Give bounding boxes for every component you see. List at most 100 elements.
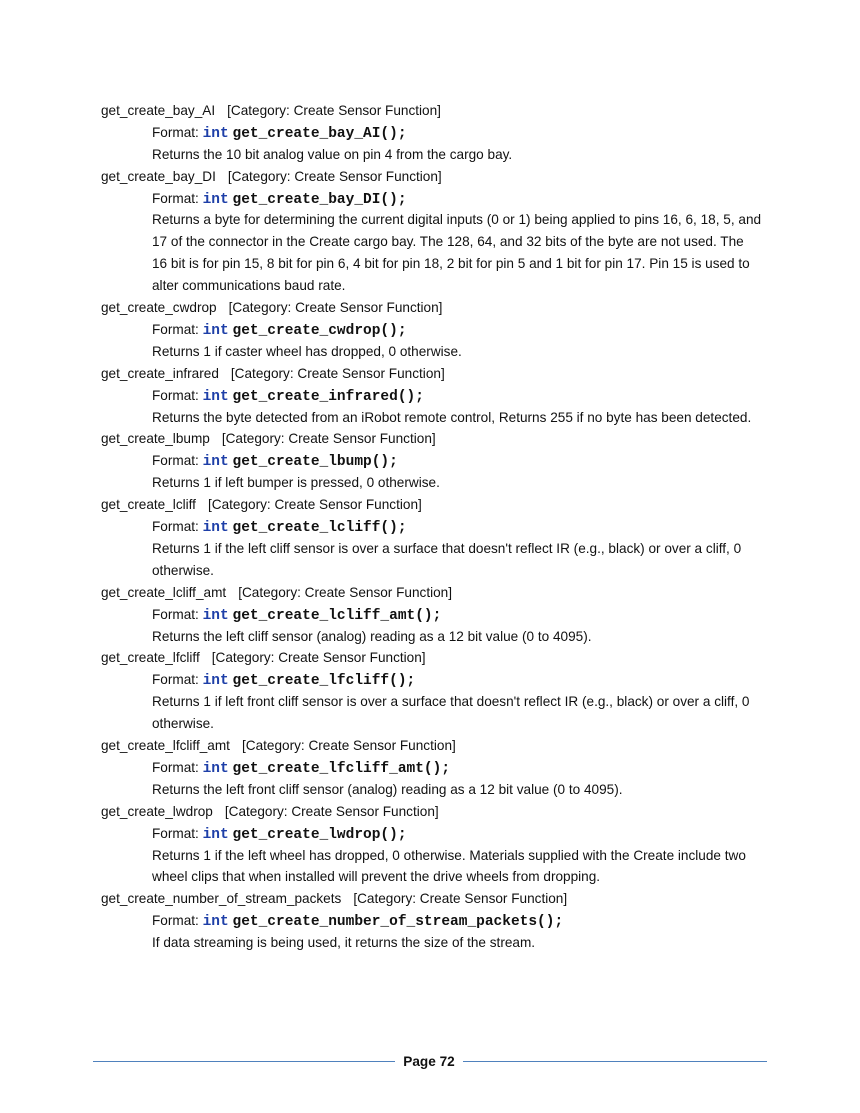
function-category: [Category: Create Sensor Function]: [224, 803, 439, 819]
format-label: Format:: [152, 453, 199, 469]
format-line: Format: int get_create_lbump();: [152, 450, 781, 472]
format-line: Format: int get_create_cwdrop();: [152, 319, 781, 341]
entry-heading: get_create_lcliff_amt [Category: Create S…: [101, 582, 781, 604]
format-label: Format:: [152, 124, 199, 140]
format-label: Format:: [152, 321, 199, 337]
entry-heading: get_create_lbump [Category: Create Sensor…: [101, 428, 781, 450]
return-type: int: [202, 191, 229, 208]
function-name: get_create_lcliff: [101, 497, 196, 513]
entry-heading: get_create_lfcliff [Category: Create Sens…: [101, 647, 781, 669]
function-category: [Category: Create Sensor Function]: [227, 103, 441, 118]
function-description: Returns the byte detected from an iRobot…: [152, 409, 752, 425]
function-category: [Category: Create Sensor Function]: [230, 365, 445, 381]
format-line: Format: int get_create_lfcliff();: [152, 669, 781, 691]
return-type: int: [202, 322, 229, 339]
return-type: int: [202, 826, 229, 843]
page-number: Page 72: [403, 1054, 455, 1069]
function-signature: get_create_lfcliff_amt();: [232, 760, 451, 777]
function-category: [Category: Create Sensor Function]: [207, 497, 422, 513]
format-label: Format:: [152, 606, 199, 622]
format-label: Format:: [152, 825, 199, 841]
return-type: int: [202, 454, 229, 471]
function-signature: get_create_lwdrop();: [232, 826, 407, 843]
function-signature: get_create_cwdrop();: [232, 322, 407, 339]
format-line: Format: int get_create_bay_DI();: [152, 188, 781, 210]
entry-heading: get_create_cwdrop [Category: Create Senso…: [101, 297, 781, 319]
format-line: Format: int get_create_lwdrop();: [152, 823, 781, 845]
format-label: Format:: [152, 672, 199, 688]
entry-heading: get_create_bay_DI [Category: Create Senso…: [101, 166, 781, 188]
return-type: int: [202, 760, 229, 777]
function-signature: get_create_infrared();: [232, 388, 424, 405]
entry-heading: get_create_number_of_stream_packets [Cate…: [101, 888, 781, 910]
format-line: Format: int get_create_lfcliff_amt();: [152, 757, 781, 779]
function-signature: get_create_lcliff_amt();: [232, 607, 442, 624]
format-line: Format: int get_create_lcliff_amt();: [152, 604, 781, 626]
format-label: Format:: [152, 519, 199, 535]
return-type: int: [202, 520, 229, 537]
function-entry: get_create_bay_DI [Category: Create Senso…: [101, 166, 781, 297]
footer-rule-right: [463, 1061, 767, 1062]
function-description: Returns the left cliff sensor (analog) r…: [152, 628, 592, 644]
entry-heading: get_create_lfcliff_amt [Category: Create …: [101, 735, 781, 757]
function-name: get_create_lfcliff: [101, 650, 200, 666]
format-label: Format:: [152, 387, 199, 403]
format-line: Format: int get_create_infrared();: [152, 385, 781, 407]
format-line: Format: int get_create_number_of_stream_…: [152, 910, 781, 932]
document-body: get_create_bay_AI [Category: Create Senso…: [101, 100, 781, 954]
function-name: get_create_lwdrop: [101, 803, 213, 819]
function-name: get_create_infrared: [101, 365, 219, 381]
return-type: int: [202, 125, 229, 142]
return-type: int: [202, 388, 229, 405]
return-type: int: [202, 673, 229, 690]
format-line: Format: int get_create_lcliff();: [152, 516, 781, 538]
entry-heading: get_create_infrared [Category: Create Sen…: [101, 363, 781, 385]
function-description: Returns 1 if caster wheel has dropped, 0…: [152, 343, 462, 359]
function-description: Returns the 10 bit analog value on pin 4…: [152, 146, 513, 162]
function-entry: get_create_lwdrop [Category: Create Senso…: [101, 801, 781, 889]
function-entry: get_create_lfcliff_amt [Category: Create …: [101, 735, 781, 801]
function-name: get_create_cwdrop: [101, 300, 217, 316]
function-name: get_create_lfcliff_amt: [101, 738, 230, 754]
footer-rule-left: [93, 1061, 395, 1062]
function-description: Returns the left front cliff sensor (ana…: [152, 781, 623, 797]
function-signature: get_create_bay_DI();: [232, 191, 407, 208]
function-name: get_create_number_of_stream_packets: [101, 891, 342, 907]
function-entry: get_create_infrared [Category: Create Sen…: [101, 363, 781, 429]
function-name: get_create_bay_DI: [101, 168, 216, 184]
format-label: Format:: [152, 759, 199, 775]
function-description: Returns a byte for determining the curre…: [152, 212, 762, 294]
function-signature: get_create_number_of_stream_packets();: [232, 914, 564, 931]
function-entry: get_create_cwdrop [Category: Create Senso…: [101, 297, 781, 363]
entry-heading: get_create_bay_AI [Category: Create Senso…: [101, 100, 781, 122]
function-signature: get_create_lfcliff();: [232, 673, 416, 690]
function-signature: get_create_lbump();: [232, 454, 398, 471]
function-category: [Category: Create Sensor Function]: [221, 431, 436, 447]
function-entry: get_create_lbump [Category: Create Sensor…: [101, 428, 781, 494]
function-name: get_create_lbump: [101, 431, 210, 447]
function-entry: get_create_bay_AI [Category: Create Senso…: [101, 100, 781, 166]
format-label: Format:: [152, 913, 199, 929]
function-signature: get_create_bay_AI();: [232, 125, 407, 142]
function-entry: get_create_number_of_stream_packets [Cate…: [101, 888, 781, 954]
function-category: [Category: Create Sensor Function]: [241, 738, 456, 754]
format-label: Format:: [152, 190, 199, 206]
format-line: Format: int get_create_bay_AI();: [152, 122, 781, 144]
function-entry: get_create_lcliff_amt [Category: Create S…: [101, 582, 781, 648]
function-category: [Category: Create Sensor Function]: [228, 300, 443, 316]
function-entry: get_create_lfcliff [Category: Create Sens…: [101, 647, 781, 735]
return-type: int: [202, 607, 229, 624]
function-entry: get_create_lcliff [Category: Create Senso…: [101, 494, 781, 582]
function-description: Returns 1 if left front cliff sensor is …: [152, 694, 750, 732]
function-name: get_create_lcliff_amt: [101, 584, 227, 600]
page-footer: Page 72: [93, 1052, 767, 1072]
function-description: Returns 1 if left bumper is pressed, 0 o…: [152, 475, 440, 491]
function-category: [Category: Create Sensor Function]: [353, 891, 568, 907]
function-name: get_create_bay_AI: [101, 103, 216, 118]
function-description: Returns 1 if the left cliff sensor is ov…: [152, 540, 742, 578]
function-category: [Category: Create Sensor Function]: [211, 650, 426, 666]
function-description: Returns 1 if the left wheel has dropped,…: [152, 847, 746, 885]
function-category: [Category: Create Sensor Function]: [238, 584, 453, 600]
function-category: [Category: Create Sensor Function]: [227, 168, 442, 184]
function-signature: get_create_lcliff();: [232, 520, 407, 537]
